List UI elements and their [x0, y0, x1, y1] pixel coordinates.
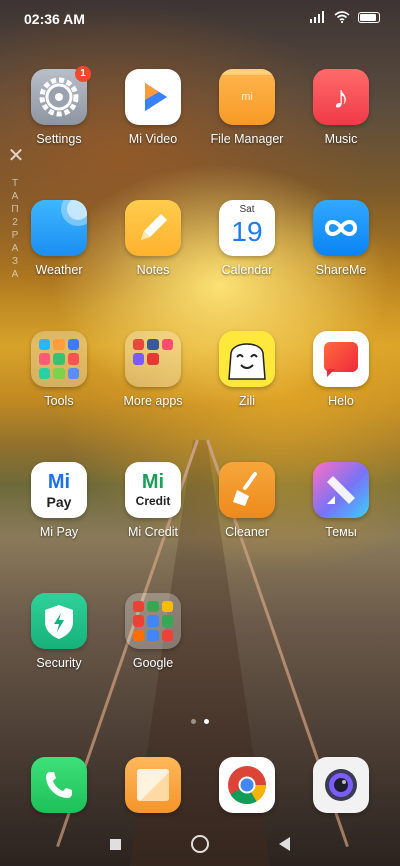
app-calendar[interactable]: Sat 19 Calendar: [205, 200, 289, 277]
phone-icon[interactable]: [31, 757, 87, 813]
mi-credit-icon[interactable]: Mi Credit: [125, 462, 181, 518]
signal-icon: [310, 11, 326, 23]
app-themes[interactable]: Темы: [299, 462, 383, 539]
page-indicator: [0, 719, 400, 724]
page-dot-active[interactable]: [204, 719, 209, 724]
mi-pay-icon[interactable]: Mi Pay: [31, 462, 87, 518]
app-label: Notes: [136, 263, 170, 277]
close-icon[interactable]: ✕: [6, 146, 26, 166]
app-label: Helo: [328, 394, 354, 408]
app-label: File Manager: [210, 132, 284, 146]
navigation-bar: [0, 822, 400, 866]
app-label: Calendar: [221, 263, 273, 277]
folder-icon[interactable]: [31, 331, 87, 387]
app-label: Google: [132, 656, 174, 670]
notification-badge: 1: [75, 66, 91, 82]
app-mi-pay[interactable]: Mi Pay Mi Pay: [17, 462, 101, 539]
app-label: Tools: [44, 394, 74, 408]
app-zili[interactable]: Zili: [205, 331, 289, 408]
recents-button[interactable]: [110, 838, 121, 850]
app-mi-video[interactable]: Mi Video: [111, 69, 195, 146]
app-helo[interactable]: Helo: [299, 331, 383, 408]
app-cleaner[interactable]: Cleaner: [205, 462, 289, 539]
status-time: 02:36 AM: [24, 11, 85, 27]
app-label: Темы: [325, 525, 357, 539]
app-label: Music: [324, 132, 358, 146]
folder-icon[interactable]: [125, 331, 181, 387]
shield-icon[interactable]: [31, 593, 87, 649]
app-label: ShareMe: [315, 263, 367, 277]
system-icons: [310, 11, 380, 23]
music-note-icon[interactable]: ♪: [313, 69, 369, 125]
home-button[interactable]: [191, 835, 209, 853]
folder-icon[interactable]: [125, 593, 181, 649]
folder-more-apps[interactable]: More apps: [111, 331, 195, 408]
app-label: Security: [36, 656, 82, 670]
app-security[interactable]: Security: [17, 593, 101, 670]
app-label: More apps: [123, 394, 183, 408]
chrome-icon[interactable]: [219, 757, 275, 813]
calendar-icon[interactable]: Sat 19: [219, 200, 275, 256]
dock-gallery[interactable]: [111, 757, 195, 813]
dock-camera[interactable]: [299, 757, 383, 813]
dock-phone[interactable]: [17, 757, 101, 813]
app-mi-credit[interactable]: Mi Credit Mi Credit: [111, 462, 195, 539]
zili-face-icon[interactable]: [219, 331, 275, 387]
dock-chrome[interactable]: [205, 757, 289, 813]
app-weather[interactable]: Weather: [17, 200, 101, 277]
back-button[interactable]: [279, 837, 290, 851]
app-label: Cleaner: [225, 525, 269, 539]
chat-bubble-icon[interactable]: [313, 331, 369, 387]
app-shareme[interactable]: ShareMe: [299, 200, 383, 277]
folder-tools[interactable]: Tools: [17, 331, 101, 408]
weather-icon[interactable]: [31, 200, 87, 256]
app-file-manager[interactable]: mi File Manager: [205, 69, 289, 146]
page-dot[interactable]: [191, 719, 196, 724]
broom-icon[interactable]: [219, 462, 275, 518]
app-label: Mi Video: [128, 132, 178, 146]
wifi-icon: [334, 11, 350, 23]
app-label: Weather: [35, 263, 83, 277]
folder-icon[interactable]: mi: [219, 69, 275, 125]
battery-icon: [358, 11, 380, 23]
gallery-icon[interactable]: [125, 757, 181, 813]
app-settings[interactable]: 1 Settings: [17, 66, 101, 146]
app-label: Mi Credit: [127, 525, 178, 539]
app-notes[interactable]: Notes: [111, 200, 195, 277]
infinity-icon[interactable]: [313, 200, 369, 256]
app-label: Zili: [239, 394, 255, 408]
status-bar: 02:36 AM: [0, 0, 400, 36]
folder-google[interactable]: Google: [111, 593, 195, 670]
app-label: Settings: [36, 132, 82, 146]
brush-icon[interactable]: [313, 462, 369, 518]
app-label: Mi Pay: [39, 525, 79, 539]
pencil-icon[interactable]: [125, 200, 181, 256]
app-music[interactable]: ♪ Music: [299, 69, 383, 146]
play-icon[interactable]: [125, 69, 181, 125]
camera-icon[interactable]: [313, 757, 369, 813]
